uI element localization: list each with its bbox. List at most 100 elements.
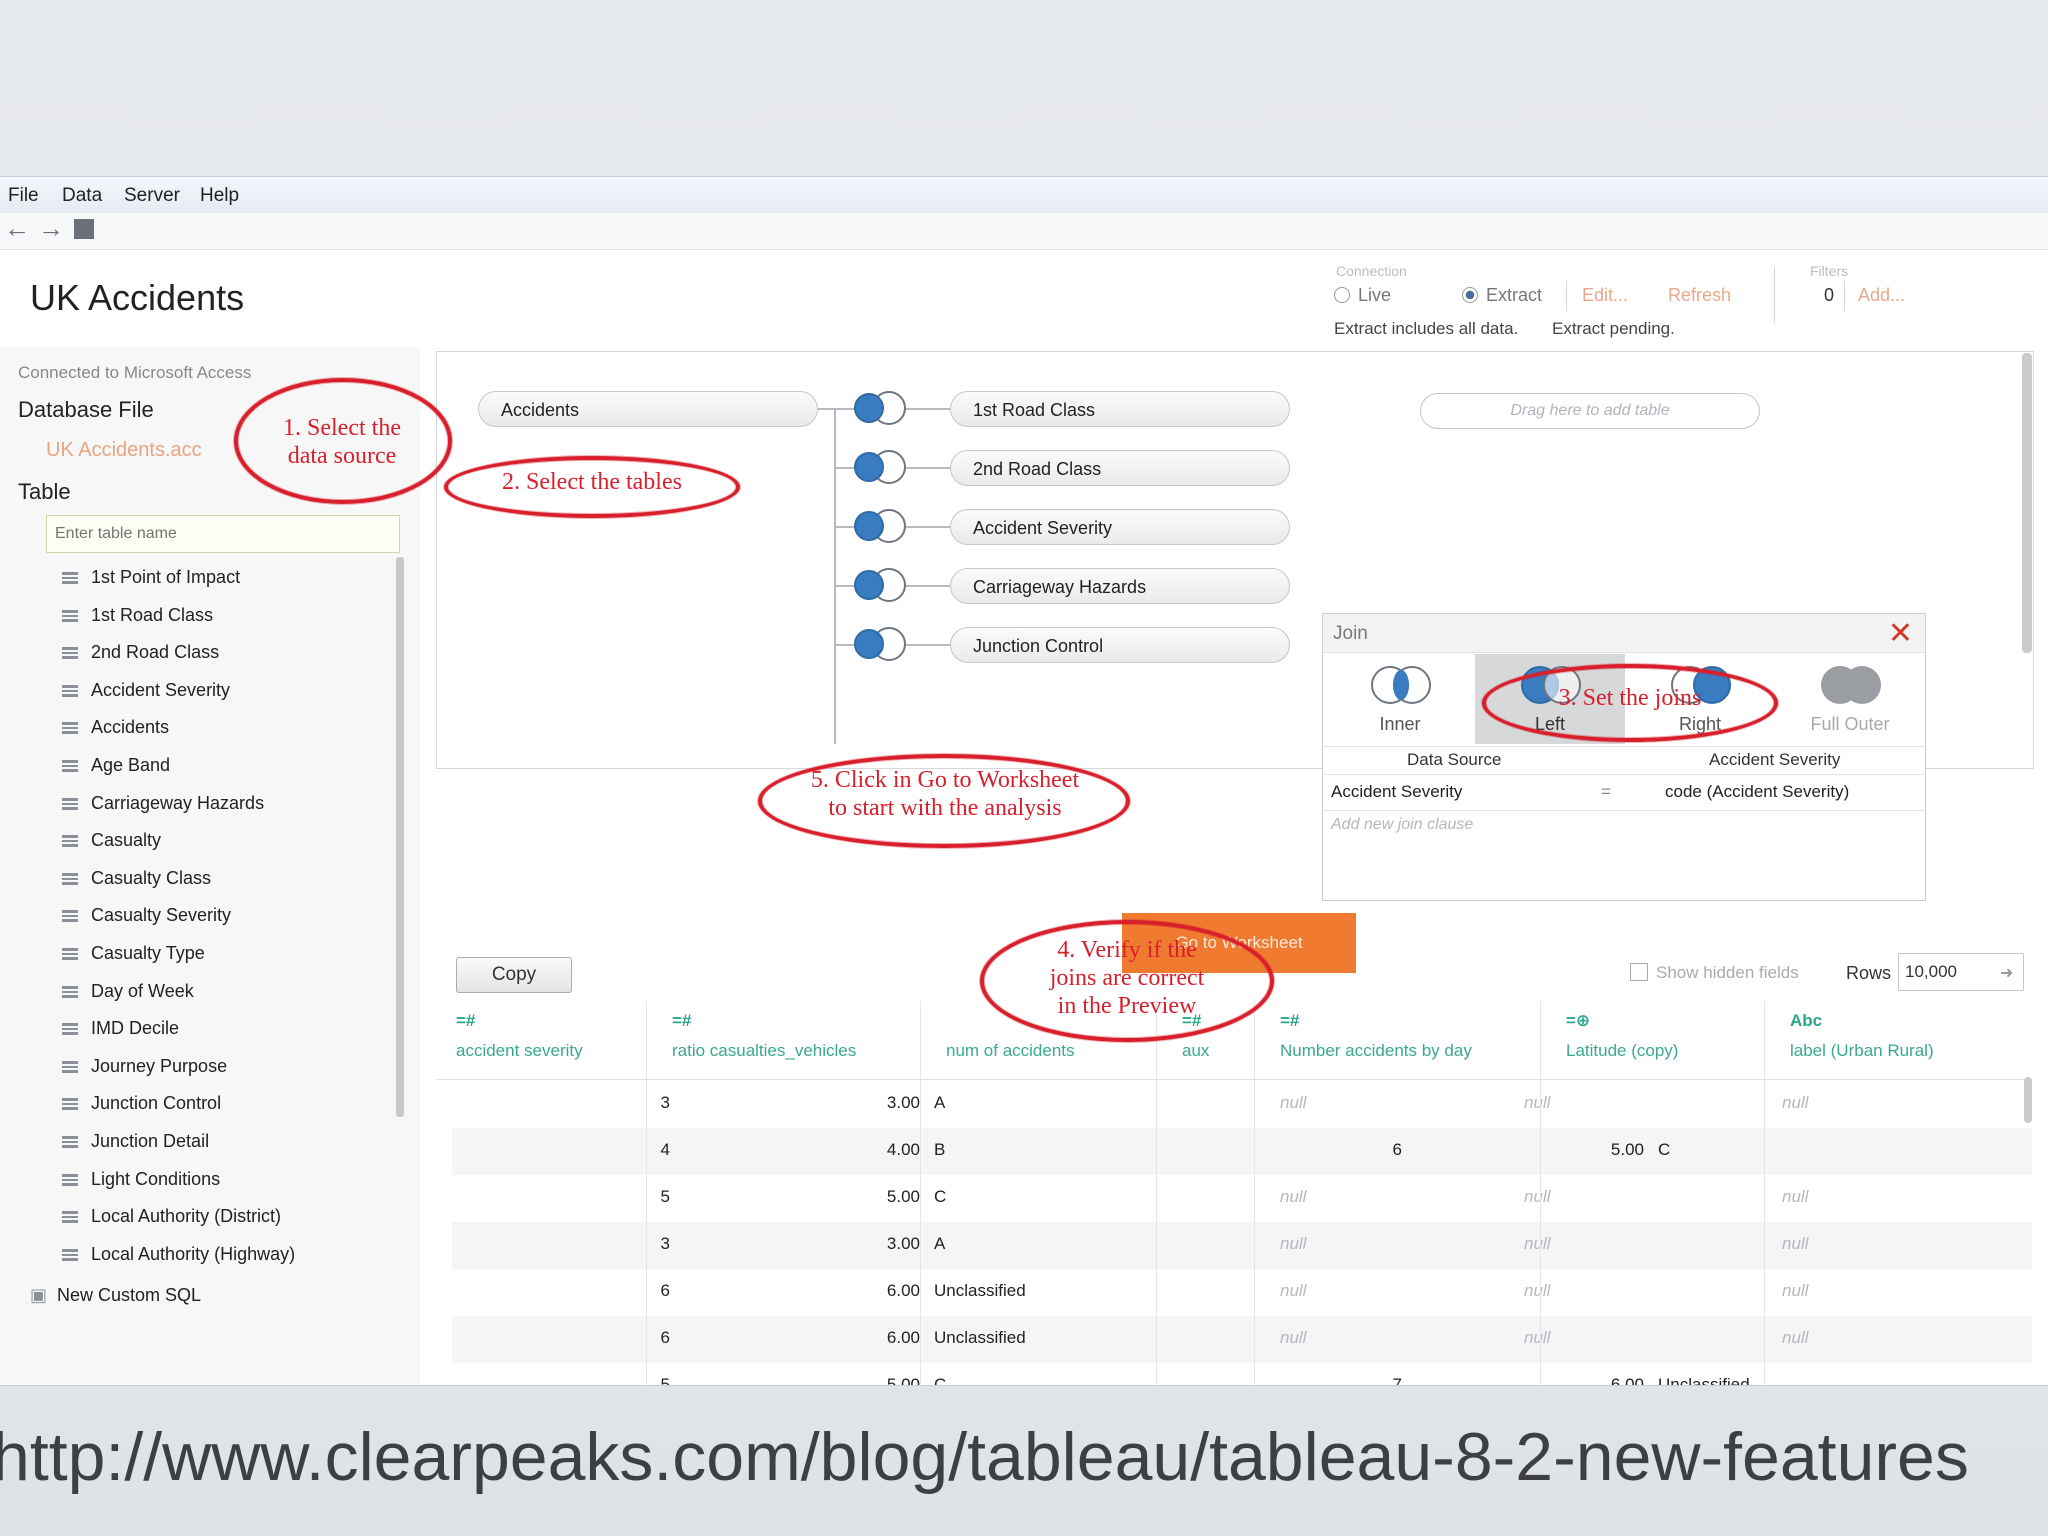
join-clause-right[interactable]: code (Accident Severity) <box>1665 782 1849 802</box>
table-row[interactable]: 3 3.00 Anull null null <box>452 1222 2032 1269</box>
table-list-item[interactable]: Casualty <box>56 826 396 864</box>
table-list-item[interactable]: Accident Severity <box>56 676 396 714</box>
left-join-icon[interactable] <box>850 448 908 488</box>
connection-live-radio[interactable]: Live <box>1334 285 1391 306</box>
table-name: Local Authority (District) <box>91 1206 282 1227</box>
grid-cell: C <box>934 1375 947 1386</box>
left-join-icon[interactable] <box>850 566 908 606</box>
table-icon <box>62 759 78 772</box>
grid-cell: 3 <box>660 1093 670 1112</box>
filters-add-link[interactable]: Add... <box>1858 285 1905 306</box>
table-list-item[interactable]: Local Authority (District) <box>56 1202 396 1240</box>
edit-extract-link[interactable]: Edit... <box>1582 285 1628 306</box>
table-name: Journey Purpose <box>91 1055 228 1076</box>
table-search-input[interactable] <box>46 515 400 553</box>
database-file-link[interactable]: UK Accidents.acc <box>46 439 202 462</box>
table-row[interactable]: 4 4.00 B 6 5.00 C <box>452 1128 2032 1175</box>
canvas-table-accidents[interactable]: Accidents <box>478 391 818 427</box>
left-join-icon[interactable] <box>850 507 908 547</box>
grid-cell: 4.00 <box>886 1140 920 1159</box>
field-type-icon: =# <box>672 1011 692 1030</box>
join-clause-left[interactable]: Accident Severity <box>1331 782 1462 802</box>
canvas-joined-table[interactable]: Carriageway Hazards <box>950 568 1290 604</box>
column-separator <box>1254 1001 1255 1385</box>
table-list-item[interactable]: Accidents <box>56 713 396 751</box>
drop-table-target[interactable]: Drag here to add table <box>1420 393 1760 429</box>
extract-label: Extract <box>1486 285 1543 305</box>
join-clause-operator[interactable]: = <box>1601 782 1611 802</box>
grid-cell: 6.00 <box>1610 1375 1644 1386</box>
table-list-item[interactable]: 1st Road Class <box>56 601 396 639</box>
table-list-item[interactable]: 1st Point of Impact <box>56 563 396 601</box>
table-list-item[interactable]: Age Band <box>56 751 396 789</box>
add-join-clause[interactable]: Add new join clause <box>1331 816 1473 834</box>
canvas-joined-table[interactable]: 1st Road Class <box>950 391 1290 427</box>
table-list-item[interactable]: Casualty Type <box>56 939 396 977</box>
copy-button[interactable]: Copy <box>456 957 572 993</box>
toolbar <box>0 213 2048 250</box>
table-icon <box>62 910 78 923</box>
table-list-item[interactable]: Day of Week <box>56 977 396 1015</box>
canvas-joined-table[interactable]: Accident Severity <box>950 509 1290 545</box>
data-source-title[interactable]: UK Accidents <box>30 277 244 319</box>
forward-arrow-icon[interactable]: → <box>38 213 64 244</box>
table-icon <box>62 835 78 848</box>
join-type-full-outer[interactable]: Full Outer <box>1775 654 1925 744</box>
table-row[interactable]: 3 3.00 Anull null null <box>452 1081 2032 1128</box>
left-join-icon[interactable] <box>850 389 908 429</box>
menu-file[interactable]: File <box>8 185 39 207</box>
table-list-item[interactable]: 2nd Road Class <box>56 638 396 676</box>
back-arrow-icon[interactable]: ← <box>4 213 30 244</box>
save-icon[interactable] <box>74 219 94 239</box>
table-list-item[interactable]: Junction Control <box>56 1089 396 1127</box>
join-dialog-title: Join <box>1333 623 1368 644</box>
table-list-item[interactable]: Light Conditions <box>56 1165 396 1203</box>
inner-join-icon <box>1369 664 1433 708</box>
refresh-link[interactable]: Refresh <box>1668 285 1731 306</box>
rows-apply-icon[interactable]: ➜ <box>2000 963 2013 983</box>
grid-cell: 5 <box>660 1375 670 1386</box>
left-join-icon[interactable] <box>850 625 908 665</box>
table-list-item[interactable]: Journey Purpose <box>56 1052 396 1090</box>
source-url: http://www.clearpeaks.com/blog/tableau/t… <box>0 1419 1969 1495</box>
canvas-scrollbar[interactable] <box>2022 353 2032 653</box>
table-list-item[interactable]: Casualty Severity <box>56 901 396 939</box>
grid-scrollbar[interactable] <box>2024 1077 2032 1123</box>
grid-cell: null <box>1782 1328 1809 1347</box>
table-row[interactable]: 5 5.00 C 7 6.00 Unclassified <box>452 1363 2032 1386</box>
extract-status: Extract pending. <box>1552 319 1675 338</box>
grid-cell: null <box>1280 1328 1307 1347</box>
show-hidden-checkbox[interactable] <box>1630 963 1648 981</box>
table-row[interactable]: 6 6.00 Unclassified null null null <box>452 1269 2032 1316</box>
table-icon <box>62 684 78 697</box>
close-icon[interactable]: ✕ <box>1888 616 1913 651</box>
canvas-joined-table[interactable]: 2nd Road Class <box>950 450 1290 486</box>
table-list-item[interactable]: Carriageway Hazards <box>56 789 396 827</box>
table-list-scrollbar[interactable] <box>396 557 404 1117</box>
table-icon <box>62 572 78 584</box>
join-type-inner[interactable]: Inner <box>1325 654 1475 744</box>
table-row[interactable]: 5 5.00 Cnull null null <box>452 1175 2032 1222</box>
canvas-joined-table[interactable]: Junction Control <box>950 627 1290 663</box>
table-row[interactable]: 6 6.00 Unclassified null null null <box>452 1316 2032 1363</box>
radio-live[interactable] <box>1334 287 1350 303</box>
field-name: Number accidents by day <box>1280 1041 1472 1060</box>
table-list-item[interactable]: Casualty Class <box>56 864 396 902</box>
menu-server[interactable]: Server <box>124 185 180 207</box>
field-name: num of accidents <box>946 1041 1075 1060</box>
filters-count: 0 <box>1824 285 1835 305</box>
show-hidden-label: Show hidden fields <box>1656 963 1799 982</box>
menu-data[interactable]: Data <box>62 185 102 207</box>
menu-help[interactable]: Help <box>200 185 239 207</box>
show-hidden-fields[interactable]: Show hidden fields <box>1630 963 1799 983</box>
table-icon <box>62 722 78 735</box>
join-dialog-header: Join ✕ <box>1323 614 1925 653</box>
table-list-item[interactable]: IMD Decile <box>56 1014 396 1052</box>
new-custom-sql[interactable]: ▣ New Custom SQL <box>30 1285 201 1306</box>
join-type-label: Full Outer <box>1810 714 1890 734</box>
radio-extract[interactable] <box>1462 287 1478 303</box>
table-list-item[interactable]: Junction Detail <box>56 1127 396 1165</box>
connection-extract-radio[interactable]: Extract <box>1462 285 1542 306</box>
table-list-item[interactable]: Local Authority (Highway) <box>56 1240 396 1278</box>
grid-cell: null <box>1280 1187 1307 1206</box>
